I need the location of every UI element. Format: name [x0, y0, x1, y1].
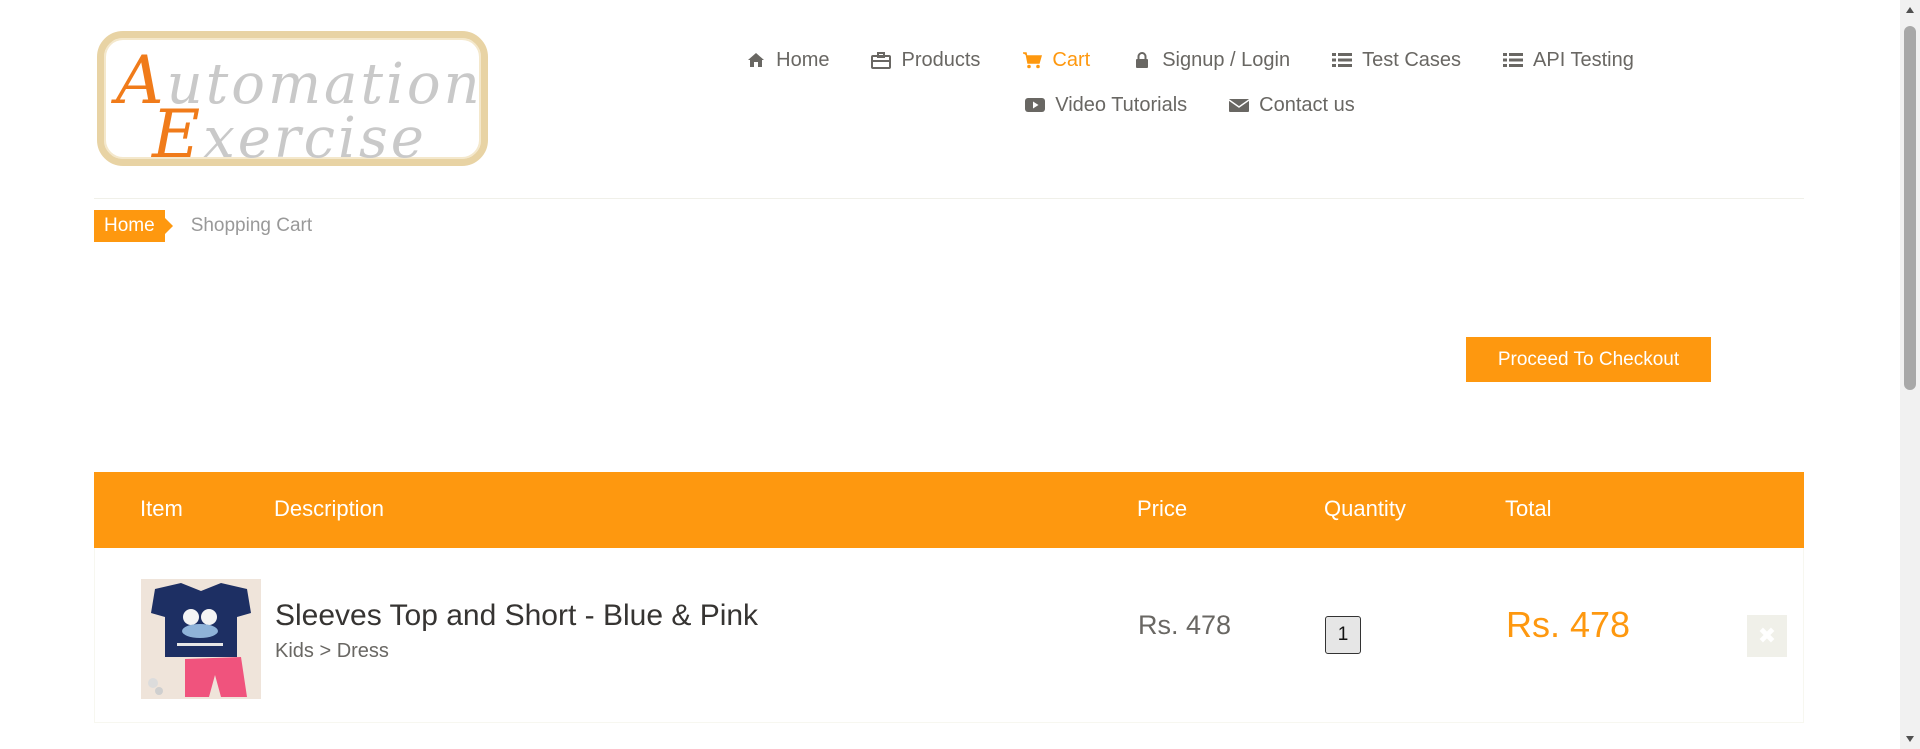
- nav-contact-us-label: Contact us: [1259, 93, 1355, 116]
- home-icon: [746, 51, 766, 69]
- nav-products[interactable]: Products: [871, 49, 980, 72]
- nav-signup-login[interactable]: Signup / Login: [1132, 49, 1290, 72]
- envelope-icon: [1229, 96, 1250, 114]
- close-icon: ✖: [1757, 623, 1777, 648]
- nav-home-label: Home: [776, 48, 830, 71]
- nav-cart[interactable]: Cart: [1022, 49, 1090, 72]
- cart-table: Item Description Price Quantity Total Sl…: [94, 472, 1804, 723]
- scroll-thumb[interactable]: [1904, 26, 1916, 390]
- product-name-link[interactable]: Sleeves Top and Short - Blue & Pink: [275, 599, 758, 633]
- nav-video-tutorials[interactable]: Video Tutorials: [1025, 94, 1187, 117]
- proceed-to-checkout-button[interactable]: Proceed To Checkout: [1466, 337, 1711, 382]
- cart-icon: [1022, 51, 1043, 69]
- breadcrumb-current: Shopping Cart: [190, 215, 313, 236]
- nav-test-cases[interactable]: Test Cases: [1332, 49, 1461, 72]
- header-item: Item: [140, 496, 183, 521]
- quantity-button[interactable]: 1: [1325, 616, 1361, 654]
- scroll-up-arrow[interactable]: [1900, 0, 1920, 20]
- logo-line-2: Exercise: [152, 96, 427, 173]
- header-total: Total: [1505, 496, 1552, 521]
- nav-row-1: Home Products Cart Signup / Login Test C…: [700, 44, 1680, 76]
- scroll-down-arrow[interactable]: [1900, 729, 1920, 749]
- page-scrollbar[interactable]: [1900, 0, 1920, 749]
- nav-test-cases-label: Test Cases: [1362, 48, 1462, 71]
- header-price: Price: [1137, 496, 1188, 521]
- header-description: Description: [274, 496, 385, 521]
- nav-cart-label: Cart: [1052, 48, 1091, 71]
- nav-row-2: Video Tutorials Contact us: [700, 89, 1680, 121]
- product-image[interactable]: [141, 579, 261, 699]
- nav-api-testing-label: API Testing: [1533, 48, 1634, 71]
- delete-item-button[interactable]: ✖: [1747, 615, 1787, 657]
- cart-row: Sleeves Top and Short - Blue & Pink Kids…: [94, 548, 1804, 723]
- list-icon: [1332, 51, 1353, 69]
- cart-table-header: Item Description Price Quantity Total: [94, 472, 1804, 548]
- nav-products-label: Products: [901, 48, 981, 71]
- header-quantity: Quantity: [1324, 496, 1406, 521]
- nav-home[interactable]: Home: [746, 49, 829, 72]
- nav-contact-us[interactable]: Contact us: [1229, 94, 1355, 117]
- products-icon: [871, 51, 892, 69]
- breadcrumb: Home Shopping Cart: [94, 210, 312, 242]
- lock-icon: [1132, 51, 1152, 69]
- product-category: Kids > Dress: [275, 640, 389, 662]
- site-header: Automation Exercise Home Products Cart S…: [0, 0, 1900, 200]
- list-icon: [1503, 51, 1524, 69]
- nav-api-testing[interactable]: API Testing: [1503, 49, 1634, 72]
- youtube-icon: [1025, 96, 1046, 114]
- site-logo[interactable]: Automation Exercise: [97, 31, 488, 173]
- nav-signup-login-label: Signup / Login: [1162, 48, 1291, 71]
- product-price: Rs. 478: [1138, 610, 1232, 640]
- main-nav: Home Products Cart Signup / Login Test C…: [700, 44, 1680, 134]
- breadcrumb-home-link[interactable]: Home: [94, 210, 173, 242]
- product-total: Rs. 478: [1506, 604, 1631, 645]
- nav-video-tutorials-label: Video Tutorials: [1055, 93, 1188, 116]
- header-divider: [94, 198, 1804, 199]
